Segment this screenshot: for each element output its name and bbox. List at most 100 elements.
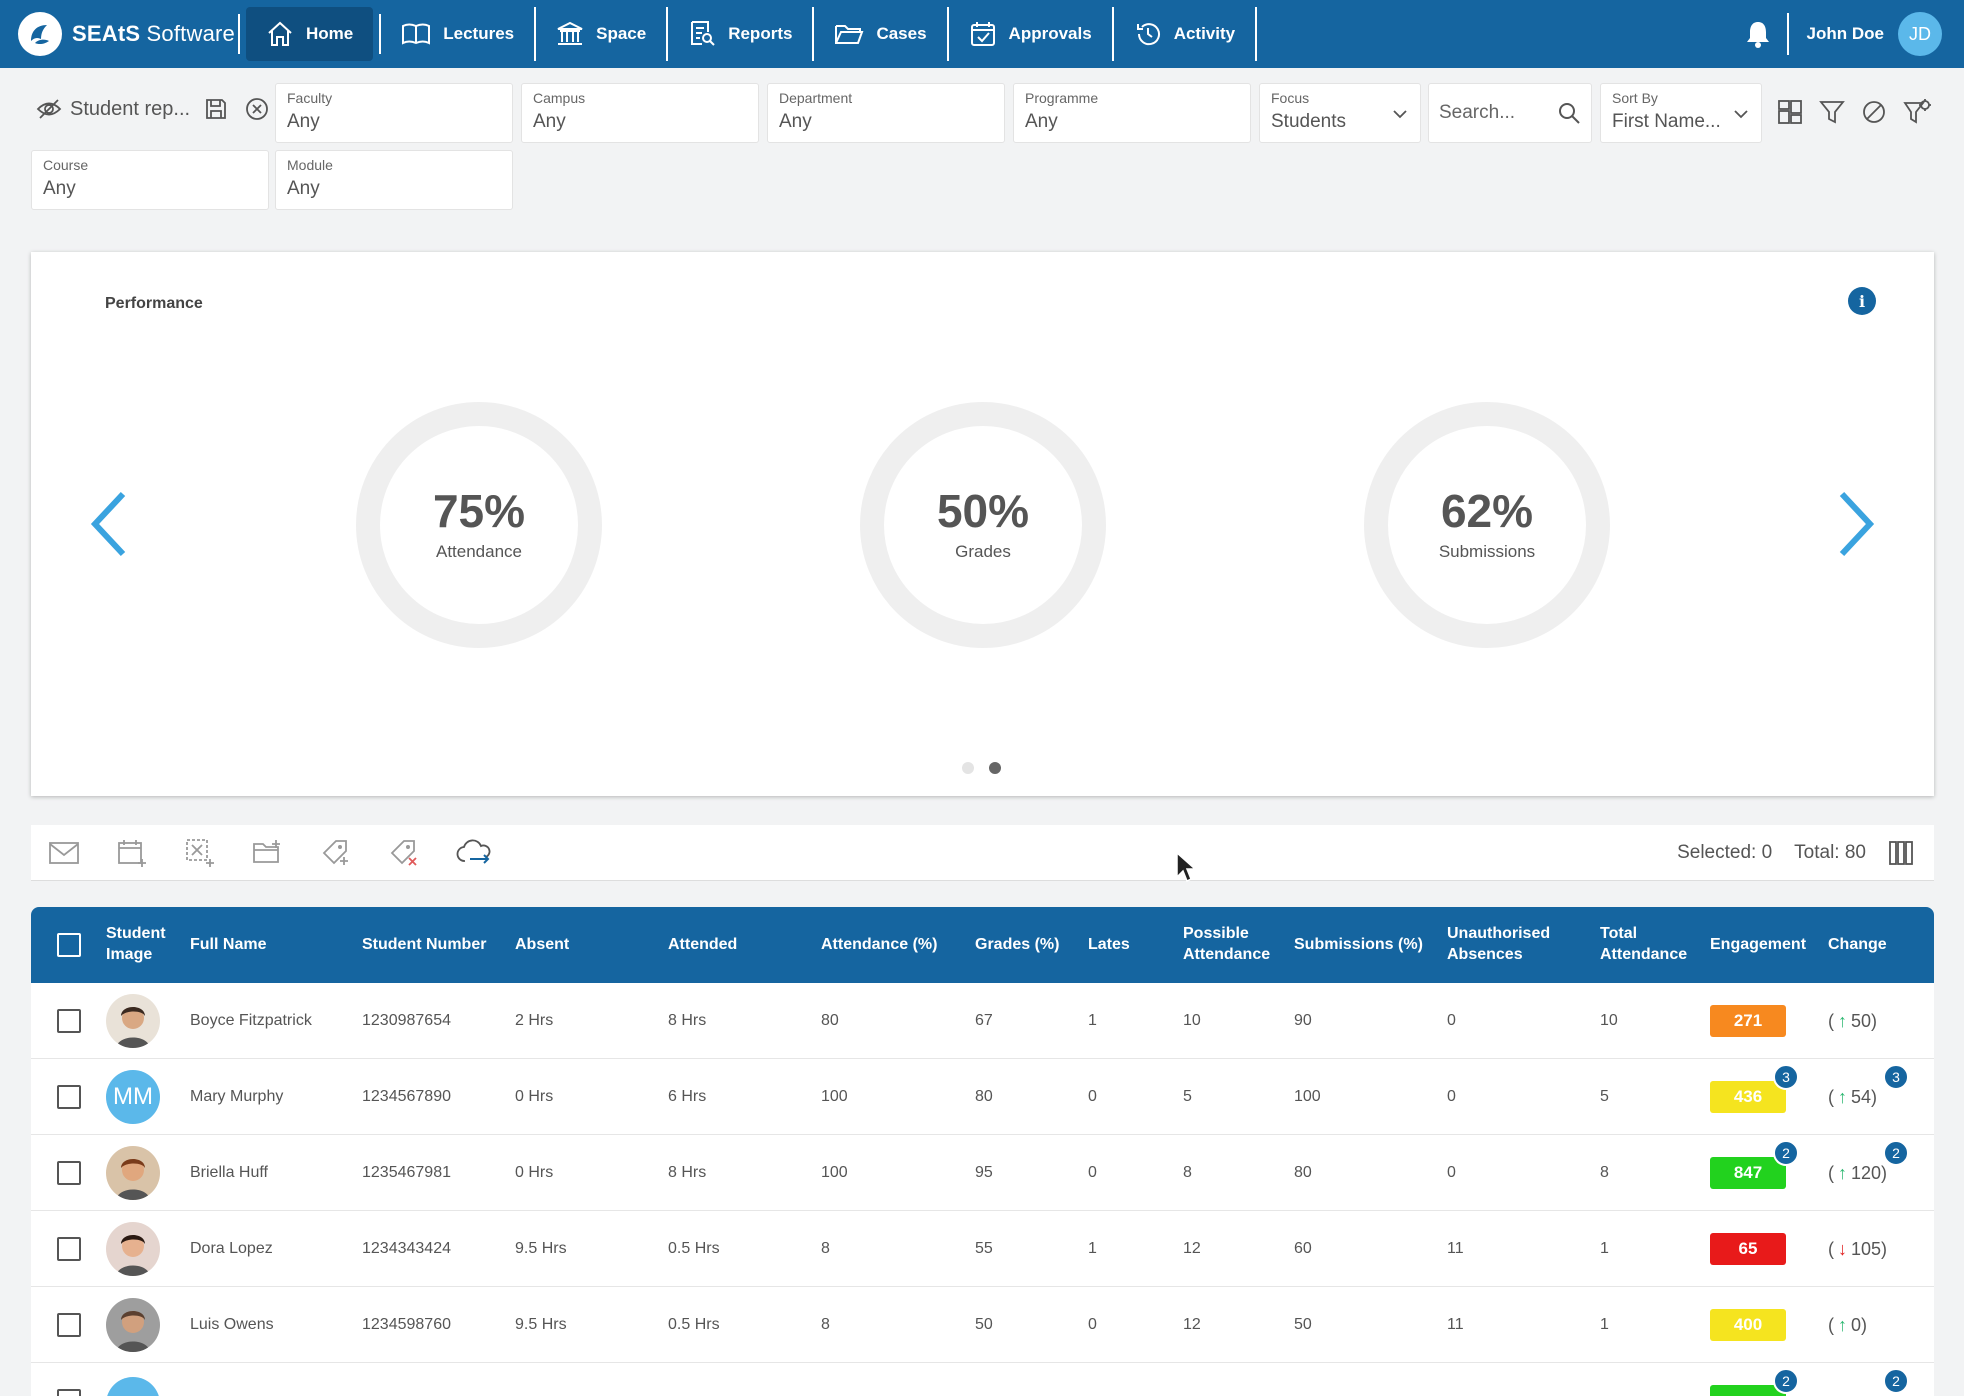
nav-approvals[interactable]: Approvals [949, 7, 1114, 61]
cell-absent: 9.5 Hrs [515, 1316, 567, 1333]
nav-lectures[interactable]: Lectures [381, 7, 537, 61]
change-arrow-icon: ↑ [1838, 1162, 1847, 1183]
tag-remove-icon[interactable] [388, 837, 420, 869]
col-submissions-pct[interactable]: Submissions (%) [1294, 907, 1423, 983]
carousel-dot-1[interactable] [962, 762, 974, 774]
table-row[interactable]: Luis Owens 1234598760 9.5 Hrs 0.5 Hrs 8 50 0 12… [31, 1287, 1934, 1363]
book-icon [402, 23, 431, 45]
notifications-button[interactable] [1729, 13, 1789, 55]
engagement-score[interactable]: 271 [1710, 1005, 1786, 1037]
engagement-score[interactable]: 436 [1710, 1081, 1786, 1113]
engagement-score[interactable]: 400 [1710, 1309, 1786, 1341]
engagement-score[interactable]: 847 [1710, 1157, 1786, 1189]
col-unauthorised-absences[interactable]: Unauthorised Absences [1447, 907, 1550, 983]
col-change[interactable]: Change [1828, 907, 1887, 983]
save-icon[interactable] [204, 97, 228, 121]
cell-grades: 95 [975, 1164, 993, 1181]
person-photo-icon [116, 1159, 150, 1200]
email-icon[interactable] [48, 840, 80, 866]
attendance-gauge: 75% Attendance [356, 402, 602, 648]
col-lates[interactable]: Lates [1088, 907, 1130, 983]
sort-by-value: First Name... [1612, 111, 1721, 132]
department-filter[interactable]: Department Any [767, 83, 1005, 143]
col-total-attendance[interactable]: Total Attendance [1600, 907, 1687, 983]
cell-total: 1 [1600, 1240, 1609, 1257]
cell-possible: 8 [1183, 1164, 1192, 1181]
clear-circle-icon[interactable] [244, 96, 270, 122]
programme-filter[interactable]: Programme Any [1013, 83, 1251, 143]
eye-icon [36, 99, 62, 119]
row-checkbox[interactable] [57, 1161, 81, 1185]
col-attended[interactable]: Attended [668, 907, 737, 983]
sort-by-select[interactable]: Sort By First Name... [1600, 83, 1762, 143]
nav-home[interactable]: Home [246, 7, 374, 61]
row-checkbox[interactable] [57, 1313, 81, 1337]
nav-approvals-label: Approvals [1008, 24, 1092, 43]
col-full-name[interactable]: Full Name [190, 907, 266, 983]
saved-report-selector[interactable]: Student rep... [36, 96, 270, 122]
carousel-prev-button[interactable] [89, 490, 129, 558]
col-attendance-pct[interactable]: Attendance (%) [821, 907, 937, 983]
campus-filter[interactable]: Campus Any [521, 83, 759, 143]
info-icon[interactable]: i [1848, 287, 1876, 315]
carousel-next-button[interactable] [1836, 490, 1876, 558]
filter-icon[interactable] [1818, 98, 1846, 126]
search-input[interactable]: Search... [1428, 83, 1592, 143]
user-name[interactable]: John Doe [1807, 24, 1884, 44]
course-filter[interactable]: Course Any [31, 150, 269, 210]
add-exception-icon[interactable] [184, 837, 216, 869]
table-row[interactable]: Boyce Fitzpatrick 1230987654 2 Hrs 8 Hrs 80 6… [31, 983, 1934, 1059]
carousel-dot-2[interactable] [989, 762, 1001, 774]
submissions-percent: 62% [1440, 485, 1534, 537]
brand-logo[interactable]: SEAtS Software [0, 0, 238, 68]
grades-gauge: 50% Grades [860, 402, 1106, 648]
seats-logo-icon [18, 12, 62, 56]
calendar-add-icon[interactable] [116, 837, 148, 869]
block-icon[interactable] [1860, 98, 1888, 126]
student-avatar: MM [106, 1070, 160, 1124]
folder-add-icon[interactable] [252, 838, 284, 868]
table-row[interactable]: Briella Huff 1235467981 0 Hrs 8 Hrs 100 95 0 8 8… [31, 1135, 1934, 1211]
cell-unauth: 0 [1447, 1012, 1456, 1029]
nav-reports[interactable]: Reports [668, 7, 815, 61]
table-row[interactable]: 22 [31, 1363, 1934, 1396]
cell-grades: 80 [975, 1088, 993, 1105]
row-checkbox[interactable] [57, 1237, 81, 1261]
col-student-number[interactable]: Student Number [362, 907, 486, 983]
nav-space[interactable]: Space [536, 7, 669, 61]
select-all-checkbox[interactable] [57, 933, 81, 957]
cell-attended: 0.5 Hrs [668, 1316, 720, 1333]
focus-value: Students [1271, 111, 1346, 132]
col-possible-attendance[interactable]: Possible Attendance [1183, 907, 1270, 983]
row-checkbox[interactable] [57, 1389, 81, 1396]
nav-activity[interactable]: Activity [1114, 7, 1258, 61]
col-absent[interactable]: Absent [515, 907, 569, 983]
focus-select[interactable]: Focus Students [1259, 83, 1421, 143]
module-filter[interactable]: Module Any [275, 150, 513, 210]
cell-number: 1234567890 [362, 1088, 451, 1105]
row-checkbox[interactable] [57, 1009, 81, 1033]
engagement-score[interactable]: 65 [1710, 1233, 1786, 1265]
columns-icon[interactable] [1888, 840, 1914, 866]
nav-cases[interactable]: Cases [814, 7, 949, 61]
change-badge: 3 [1883, 1064, 1909, 1090]
table-row[interactable]: Dora Lopez 1234343424 9.5 Hrs 0.5 Hrs 8 55 1 12… [31, 1211, 1934, 1287]
cell-possible: 5 [1183, 1088, 1192, 1105]
campus-label: Campus [533, 90, 586, 106]
cell-attended: 8 Hrs [668, 1012, 707, 1029]
tag-add-icon[interactable] [320, 837, 352, 869]
user-avatar[interactable]: JD [1898, 12, 1942, 56]
col-grades-pct[interactable]: Grades (%) [975, 907, 1059, 983]
cell-unauth: 0 [1447, 1164, 1456, 1181]
grid-layout-icon[interactable] [1776, 98, 1804, 126]
course-value: Any [43, 178, 76, 199]
change-value: (↑ 50) [1828, 1010, 1878, 1031]
table-row[interactable]: MM Mary Murphy 1234567890 0 Hrs 6 Hrs 100 80 0 5… [31, 1059, 1934, 1135]
cloud-export-icon[interactable] [456, 839, 492, 867]
row-checkbox[interactable] [57, 1085, 81, 1109]
filter-settings-icon[interactable] [1902, 98, 1932, 126]
search-icon[interactable] [1557, 101, 1581, 125]
col-engagement[interactable]: Engagement [1710, 907, 1806, 983]
col-student-image[interactable]: Student Image [106, 907, 166, 983]
faculty-filter[interactable]: Faculty Any [275, 83, 513, 143]
